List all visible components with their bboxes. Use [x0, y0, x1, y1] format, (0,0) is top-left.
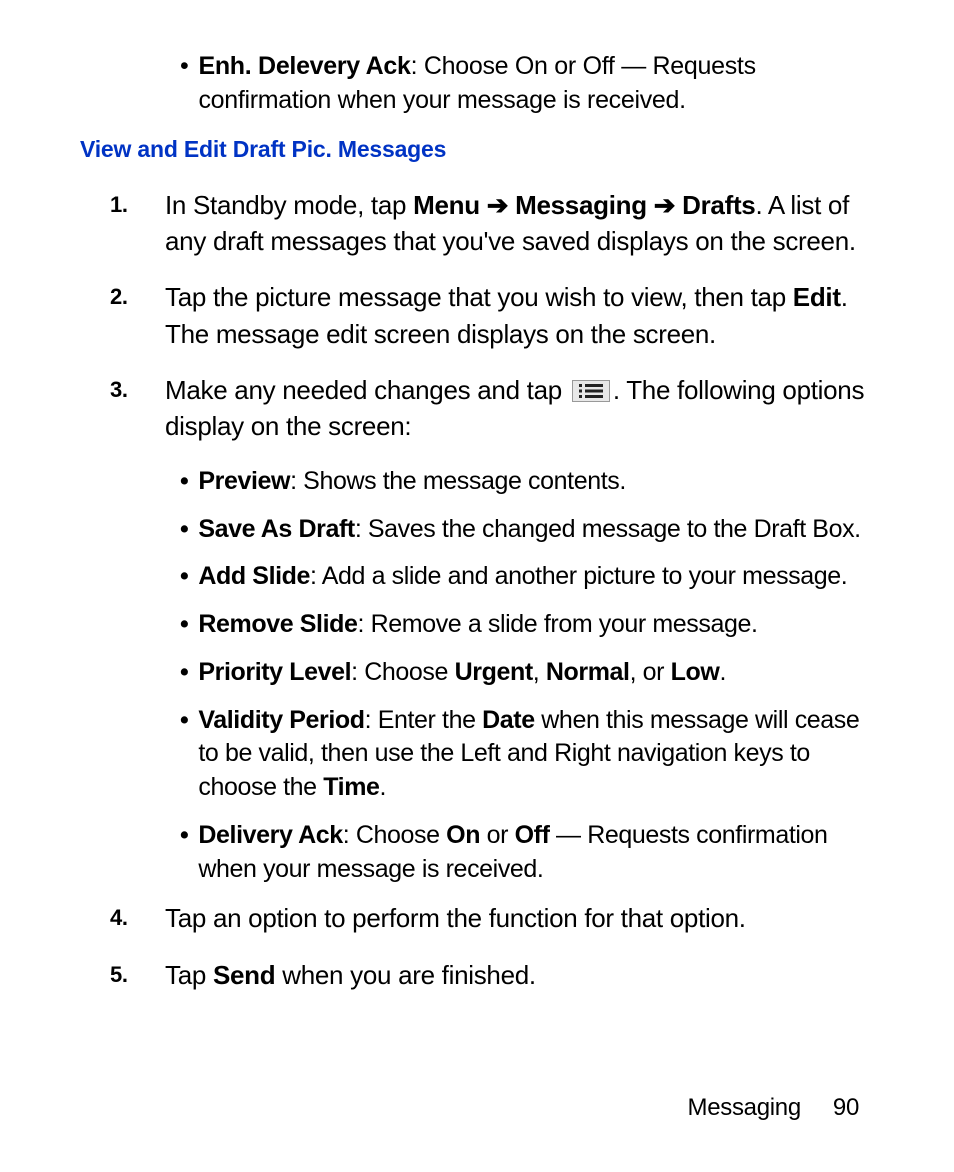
step-4: 4. Tap an option to perform the function… [110, 900, 874, 936]
step-4-num: 4. [110, 900, 165, 936]
page-footer: Messaging 90 [688, 1094, 859, 1122]
sub-savedraft-body: Save As Draft: Saves the changed message… [198, 513, 874, 547]
sub-validity: • Validity Period: Enter the Date when t… [180, 704, 874, 805]
sub-removeslide-body: Remove Slide: Remove a slide from your m… [198, 608, 874, 642]
sub-preview-body: Preview: Shows the message contents. [198, 465, 874, 499]
sub-priority-b3: Low [671, 658, 720, 686]
bullet-dot: • [180, 560, 188, 594]
step-1-arrow1: ➔ [480, 190, 515, 220]
sub-savedraft: • Save As Draft: Saves the changed messa… [180, 513, 874, 547]
sub-delivery-pre: : Choose [343, 821, 446, 849]
step-5: 5. Tap Send when you are finished. [110, 957, 874, 993]
step-5-pre: Tap [165, 960, 213, 990]
step-2-num: 2. [110, 279, 165, 352]
bullet-dot: • [180, 465, 188, 499]
sub-delivery-body: Delivery Ack: Choose On or Off — Request… [198, 819, 874, 887]
step-5-post: when you are finished. [275, 960, 536, 990]
bullet-dot: • [180, 819, 188, 887]
top-bullet: • Enh. Delevery Ack: Choose On or Off — … [180, 50, 874, 118]
sub-preview-text: : Shows the message contents. [290, 467, 626, 495]
top-bullet-body: Enh. Delevery Ack: Choose On or Off — Re… [198, 50, 874, 118]
step-1-b1: Menu [413, 190, 480, 220]
step-1-body: In Standby mode, tap Menu ➔ Messaging ➔ … [165, 187, 874, 260]
sub-delivery-mid: or [480, 821, 515, 849]
bullet-dot: • [180, 50, 188, 118]
step-5-num: 5. [110, 957, 165, 993]
step-5-b1: Send [213, 960, 275, 990]
sub-validity-body: Validity Period: Enter the Date when thi… [198, 704, 874, 805]
sub-validity-b2: Time [323, 773, 379, 801]
step-4-body: Tap an option to perform the function fo… [165, 900, 874, 936]
step-5-body: Tap Send when you are finished. [165, 957, 874, 993]
sub-validity-label: Validity Period [198, 706, 364, 734]
step-1-b3: Drafts [682, 190, 755, 220]
section-heading: View and Edit Draft Pic. Messages [80, 136, 874, 163]
step-1-arrow2: ➔ [647, 190, 682, 220]
sub-validity-post: . [380, 773, 387, 801]
sub-addslide-text: : Add a slide and another picture to you… [310, 562, 847, 590]
sub-priority: • Priority Level: Choose Urgent, Normal,… [180, 656, 874, 690]
sub-validity-b1: Date [482, 706, 535, 734]
sub-priority-b1: Urgent [455, 658, 533, 686]
bullet-dot: • [180, 513, 188, 547]
footer-page: 90 [833, 1094, 859, 1121]
sub-priority-body: Priority Level: Choose Urgent, Normal, o… [198, 656, 874, 690]
step-2-b1: Edit [793, 282, 841, 312]
sub-delivery: • Delivery Ack: Choose On or Off — Reque… [180, 819, 874, 887]
step-2-pre: Tap the picture message that you wish to… [165, 282, 793, 312]
top-bullet-label: Enh. Delevery Ack [198, 52, 410, 80]
sub-priority-c1: , [533, 658, 546, 686]
sub-validity-pre: : Enter the [365, 706, 483, 734]
sub-delivery-b1: On [446, 821, 480, 849]
sub-preview-label: Preview [198, 467, 290, 495]
sub-priority-c2: , or [630, 658, 671, 686]
sub-priority-post: . [719, 658, 726, 686]
step-3-num: 3. [110, 372, 165, 445]
bullet-dot: • [180, 704, 188, 805]
sub-priority-label: Priority Level [198, 658, 351, 686]
step-1-pre: In Standby mode, tap [165, 190, 413, 220]
sub-delivery-b2: Off [515, 821, 550, 849]
sub-removeslide-text: : Remove a slide from your message. [358, 610, 758, 638]
sub-savedraft-text: : Saves the changed message to the Draft… [355, 515, 861, 543]
step-2: 2. Tap the picture message that you wish… [110, 279, 874, 352]
sub-delivery-label: Delivery Ack [198, 821, 342, 849]
sub-preview: • Preview: Shows the message contents. [180, 465, 874, 499]
step-1: 1. In Standby mode, tap Menu ➔ Messaging… [110, 187, 874, 260]
options-list-icon [572, 380, 610, 402]
bullet-dot: • [180, 608, 188, 642]
sub-addslide: • Add Slide: Add a slide and another pic… [180, 560, 874, 594]
step-3-pre: Make any needed changes and tap [165, 375, 569, 405]
footer-section: Messaging [688, 1094, 801, 1121]
sub-addslide-label: Add Slide [198, 562, 310, 590]
sub-removeslide-label: Remove Slide [198, 610, 357, 638]
sub-priority-pre: : Choose [351, 658, 454, 686]
sub-savedraft-label: Save As Draft [198, 515, 354, 543]
step-3: 3. Make any needed changes and tap . The… [110, 372, 874, 445]
step-1-b2: Messaging [515, 190, 647, 220]
step-3-body: Make any needed changes and tap . The fo… [165, 372, 874, 445]
sub-removeslide: • Remove Slide: Remove a slide from your… [180, 608, 874, 642]
step-1-num: 1. [110, 187, 165, 260]
sub-addslide-body: Add Slide: Add a slide and another pictu… [198, 560, 874, 594]
sub-priority-b2: Normal [546, 658, 630, 686]
step-2-body: Tap the picture message that you wish to… [165, 279, 874, 352]
bullet-dot: • [180, 656, 188, 690]
